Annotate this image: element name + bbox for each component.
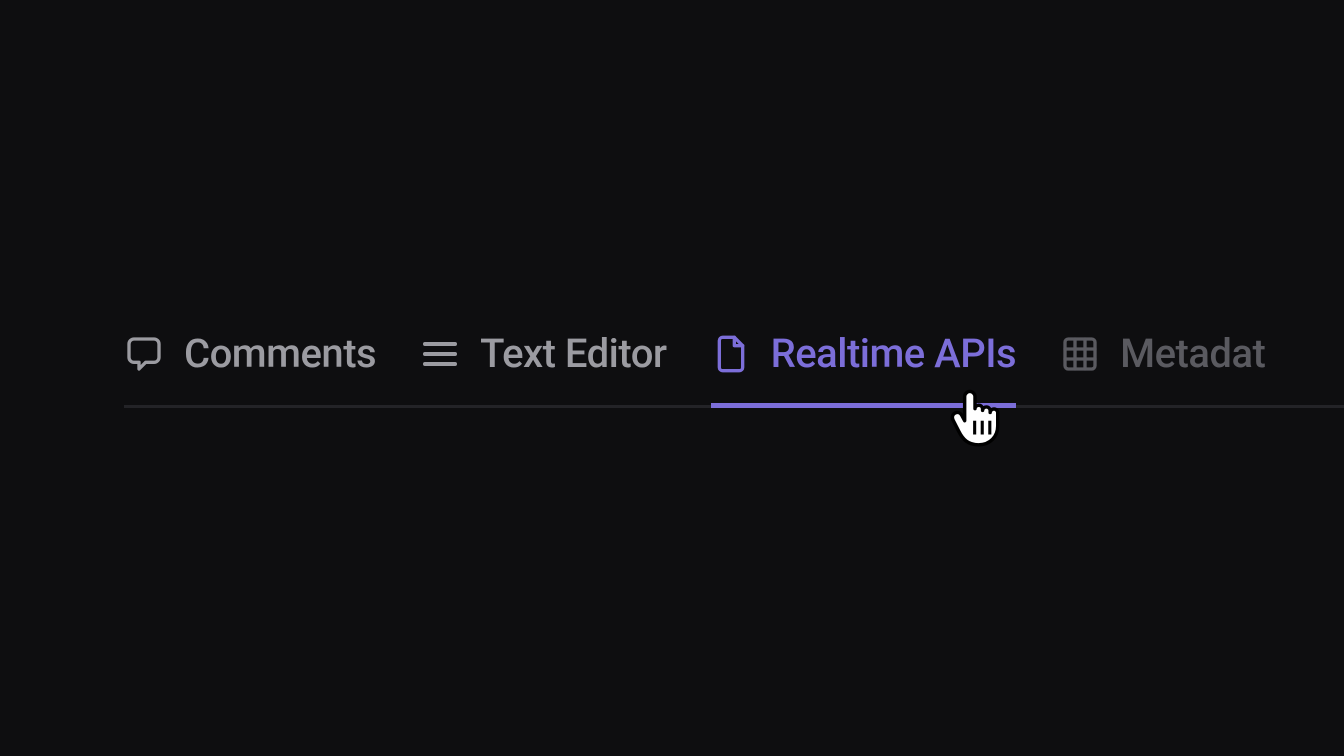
tab-label: Metadat bbox=[1120, 330, 1265, 377]
tab-label: Text Editor bbox=[480, 330, 666, 377]
tab-label: Comments bbox=[184, 330, 376, 377]
tab-bar: Comments Text Editor Realtime APIs bbox=[124, 330, 1344, 408]
grid-icon bbox=[1060, 334, 1100, 374]
tab-metadata[interactable]: Metadat bbox=[1060, 330, 1265, 377]
tab-label: Realtime APIs bbox=[771, 330, 1017, 377]
file-icon bbox=[711, 334, 751, 374]
tab-comments[interactable]: Comments bbox=[124, 330, 376, 377]
comment-icon bbox=[124, 334, 164, 374]
tab-realtime-apis[interactable]: Realtime APIs bbox=[711, 330, 1017, 377]
tab-text-editor[interactable]: Text Editor bbox=[420, 330, 666, 377]
lines-icon bbox=[420, 334, 460, 374]
